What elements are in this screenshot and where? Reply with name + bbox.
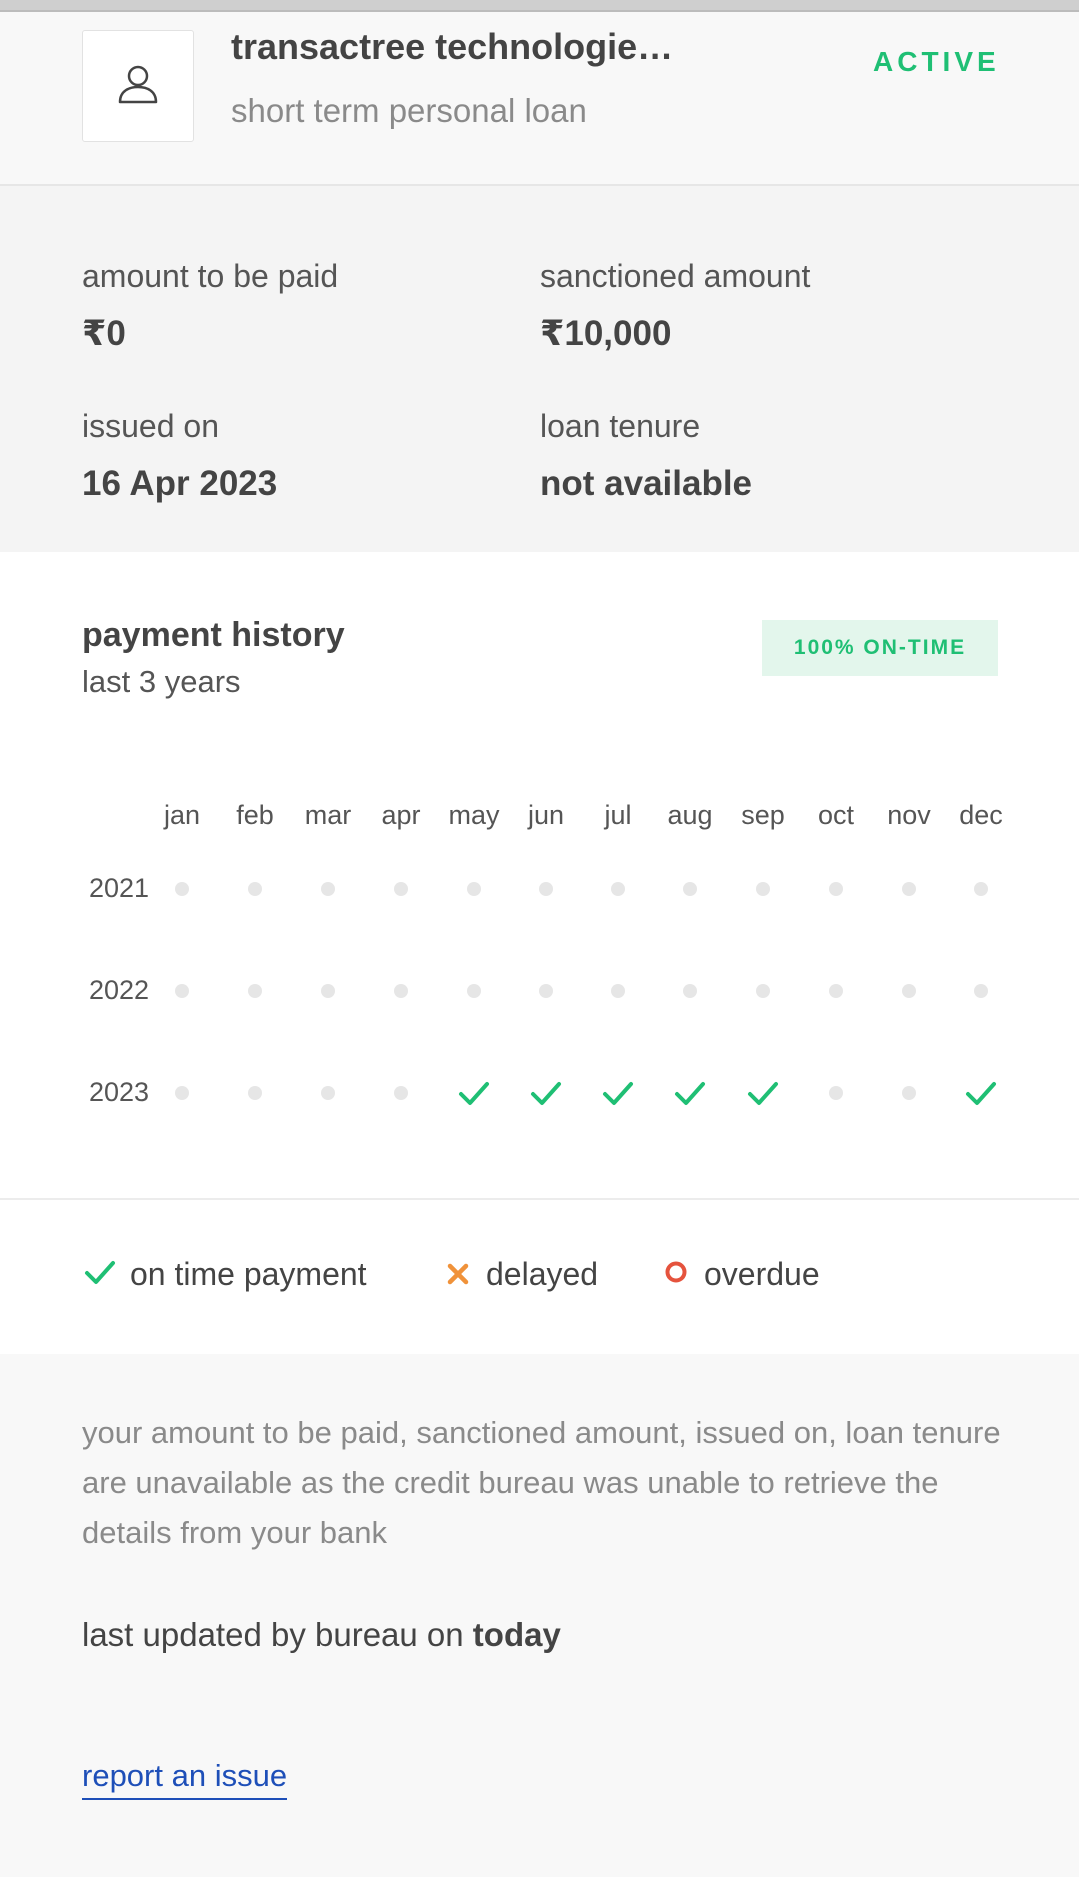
month-label-6: jul: [604, 800, 632, 830]
month-label-9: oct: [817, 800, 855, 830]
on-time-percentage-badge: 100% ON-TIME: [762, 620, 998, 676]
on-time-check-icon: [963, 1075, 999, 1111]
no-data-dot: [528, 871, 564, 907]
no-data-dot: [600, 871, 636, 907]
loan-tenure-label: loan tenure: [540, 408, 701, 444]
no-data-dot: [456, 973, 492, 1009]
no-data-dot: [672, 973, 708, 1009]
issued-on-value: 16 Apr 2023: [82, 464, 278, 503]
lender-avatar: [82, 30, 194, 142]
footer-section: your amount to be paid, sanctioned amoun…: [0, 1354, 1079, 1877]
legend-on-time-label: on time payment: [130, 1256, 367, 1292]
no-data-dot: [310, 973, 346, 1009]
no-data-dot: [672, 871, 708, 907]
no-data-dot: [963, 973, 999, 1009]
no-data-dot: [237, 973, 273, 1009]
legend-delayed: delayed: [444, 1256, 598, 1293]
no-data-dot: [818, 871, 854, 907]
circle-icon: [662, 1258, 690, 1291]
sanctioned-amount-label: sanctioned amount: [540, 258, 811, 294]
no-data-dot: [383, 871, 419, 907]
no-data-dot: [745, 871, 781, 907]
no-data-dot: [383, 973, 419, 1009]
on-time-check-icon: [745, 1075, 781, 1111]
no-data-dot: [456, 871, 492, 907]
check-icon: [84, 1258, 116, 1291]
legend-overdue-label: overdue: [704, 1256, 820, 1292]
month-label-7: aug: [667, 800, 713, 830]
no-data-dot: [528, 973, 564, 1009]
payment-legend: on time payment delayed overdue: [0, 1200, 1079, 1354]
month-label-5: jun: [527, 800, 565, 830]
amount-to-be-paid-value: ₹0: [82, 314, 126, 353]
no-data-dot: [164, 1075, 200, 1111]
loan-type: short term personal loan: [231, 92, 587, 129]
no-data-dot: [237, 871, 273, 907]
no-data-dot: [383, 1075, 419, 1111]
on-time-check-icon: [672, 1075, 708, 1111]
no-data-dot: [818, 1075, 854, 1111]
no-data-dot: [963, 871, 999, 907]
month-label-10: nov: [887, 800, 931, 830]
last-updated-prefix: last updated by bureau on: [82, 1616, 473, 1653]
legend-delayed-label: delayed: [486, 1256, 599, 1292]
last-updated-value: today: [472, 1616, 561, 1653]
no-data-dot: [310, 871, 346, 907]
last-updated-text: last updated by bureau on today: [82, 1616, 561, 1654]
loan-details: amount to be paid ₹0 sanctioned amount ₹…: [0, 186, 1079, 552]
no-data-dot: [237, 1075, 273, 1111]
no-data-dot: [891, 871, 927, 907]
no-data-dot: [600, 973, 636, 1009]
sanctioned-amount-value: ₹10,000: [540, 314, 672, 353]
on-time-check-icon: [528, 1075, 564, 1111]
month-label-1: feb: [236, 800, 274, 830]
top-edge-bar: [0, 0, 1079, 12]
no-data-dot: [818, 973, 854, 1009]
year-label-2: 2023: [88, 1077, 150, 1107]
month-label-4: may: [448, 800, 500, 830]
user-icon: [115, 61, 161, 112]
payment-history-title: payment history: [82, 616, 345, 654]
month-label-8: sep: [741, 800, 785, 830]
no-data-dot: [310, 1075, 346, 1111]
legend-on-time: on time payment: [84, 1256, 367, 1293]
no-data-dot: [891, 1075, 927, 1111]
year-label-0: 2021: [88, 873, 150, 903]
no-data-dot: [891, 973, 927, 1009]
status-badge: ACTIVE: [873, 46, 1000, 77]
year-label-1: 2022: [88, 975, 150, 1005]
unavailable-details-note: your amount to be paid, sanctioned amoun…: [82, 1415, 1001, 1550]
loan-header: transactree technologie… short term pers…: [0, 12, 1079, 186]
lender-name: transactree technologie…: [231, 26, 674, 67]
month-label-2: mar: [304, 800, 352, 830]
cross-icon: [444, 1258, 472, 1291]
loan-tenure-value: not available: [540, 464, 753, 503]
no-data-dot: [164, 871, 200, 907]
amount-to-be-paid-label: amount to be paid: [82, 258, 339, 294]
month-label-0: jan: [163, 800, 201, 830]
month-label-3: apr: [381, 800, 421, 830]
on-time-check-icon: [456, 1075, 492, 1111]
no-data-dot: [745, 973, 781, 1009]
payment-history-section: payment history last 3 years 100% ON-TIM…: [0, 552, 1079, 1200]
on-time-check-icon: [600, 1075, 636, 1111]
legend-overdue: overdue: [662, 1256, 820, 1293]
issued-on-label: issued on: [82, 408, 219, 444]
no-data-dot: [164, 973, 200, 1009]
month-label-11: dec: [959, 800, 1003, 830]
payment-history-subtitle: last 3 years: [82, 664, 241, 699]
report-issue-link[interactable]: report an issue: [82, 1758, 288, 1800]
